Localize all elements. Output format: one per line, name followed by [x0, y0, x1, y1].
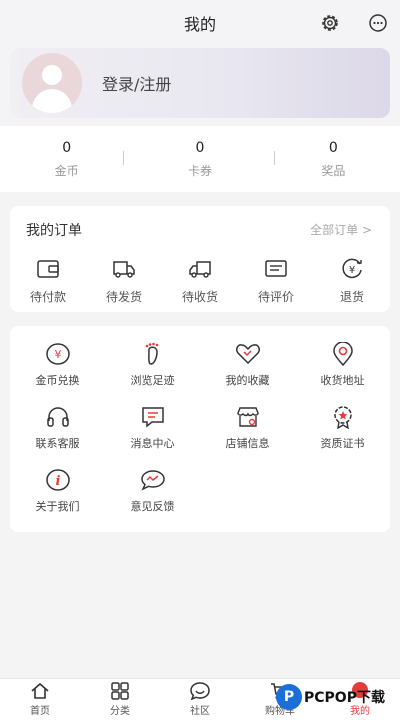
svg-text:i: i	[55, 474, 60, 489]
service-coin-exchange[interactable]: ¥ 金币兑换	[10, 342, 105, 389]
stat-coupons[interactable]: 0 卡券	[133, 140, 266, 179]
watermark-text: PCPOP下载	[304, 690, 385, 706]
watermark-logo: P	[276, 684, 302, 710]
service-label: 联系客服	[35, 437, 80, 450]
order-pending-receipt[interactable]: 待收货	[170, 258, 230, 308]
order-pending-shipment[interactable]: 待发货	[94, 258, 154, 308]
home-icon	[31, 682, 49, 699]
message-icon	[141, 407, 164, 428]
service-label: 金币兑换	[35, 374, 80, 387]
delivery-truck-icon	[189, 261, 211, 278]
service-store-info[interactable]: 店铺信息	[200, 405, 295, 452]
yen-return-icon: ¥	[342, 258, 362, 279]
store-icon	[236, 407, 259, 427]
stat-label: 金币	[54, 163, 79, 178]
yen-coin-icon: ¥	[45, 343, 70, 365]
tab-label: 社区	[190, 706, 210, 717]
service-label: 资质证书	[320, 437, 365, 450]
info-icon: i	[45, 469, 70, 491]
order-pending-review[interactable]: 待评价	[246, 258, 306, 308]
divider	[123, 151, 124, 165]
order-label: 待收货	[181, 290, 218, 304]
tab-label: 首页	[30, 706, 50, 717]
profile-card[interactable]: 登录/注册	[10, 48, 390, 118]
chat-icon[interactable]	[367, 12, 389, 34]
all-orders-link[interactable]: 全部订单 >	[310, 221, 372, 238]
tab-community[interactable]: 社区	[165, 682, 235, 717]
stat-coins[interactable]: 0 金币	[0, 140, 133, 179]
category-icon	[111, 682, 129, 700]
service-label: 关于我们	[35, 500, 80, 513]
location-icon	[332, 342, 353, 366]
stat-prizes[interactable]: 0 奖品	[267, 140, 400, 179]
footprint-icon	[145, 342, 158, 365]
stat-label: 奖品	[321, 163, 346, 178]
services-card: ¥ 金币兑换 浏览足迹 我的收藏 收货地址 联系客服 消息中心 店铺信息 资质证…	[10, 326, 390, 532]
truck-icon	[113, 261, 135, 278]
stat-value: 0	[195, 139, 205, 156]
order-label: 待付款	[29, 290, 66, 304]
stats-bar: 0 金币 0 卡券 0 奖品	[0, 126, 400, 192]
order-status-row: 待付款 待发货 待收货 待评价 ¥ 退货	[10, 258, 390, 308]
service-label: 收货地址	[320, 374, 365, 387]
service-browse-history[interactable]: 浏览足迹	[105, 342, 200, 389]
certificate-icon	[333, 406, 352, 429]
svg-text:¥: ¥	[54, 348, 61, 361]
service-label: 消息中心	[130, 437, 175, 450]
stat-value: 0	[328, 139, 338, 156]
service-message-center[interactable]: 消息中心	[105, 405, 200, 452]
order-returns[interactable]: ¥ 退货	[322, 258, 382, 308]
stat-value: 0	[62, 139, 72, 156]
service-favorites[interactable]: 我的收藏	[200, 342, 295, 389]
header: 我的	[0, 0, 400, 46]
order-label: 待评价	[257, 290, 294, 304]
divider	[274, 151, 275, 165]
service-label: 意见反馈	[130, 500, 175, 513]
service-label: 浏览足迹	[130, 374, 175, 387]
service-feedback[interactable]: 意见反馈	[105, 468, 200, 515]
tab-home[interactable]: 首页	[5, 682, 75, 717]
service-label: 店铺信息	[225, 437, 270, 450]
service-customer-support[interactable]: 联系客服	[10, 405, 105, 452]
tab-label: 分类	[110, 706, 130, 717]
service-shipping-address[interactable]: 收货地址	[295, 342, 390, 389]
comment-icon	[265, 260, 287, 277]
svg-text:¥: ¥	[349, 265, 355, 276]
avatar[interactable]	[22, 53, 82, 113]
service-label: 我的收藏	[225, 374, 270, 387]
services-grid: ¥ 金币兑换 浏览足迹 我的收藏 收货地址 联系客服 消息中心 店铺信息 资质证…	[10, 342, 390, 515]
service-certificates[interactable]: 资质证书	[295, 405, 390, 452]
page-title: 我的	[183, 15, 216, 34]
settings-icon[interactable]	[319, 12, 341, 34]
community-icon	[190, 682, 210, 700]
order-label: 待发货	[105, 290, 142, 304]
tab-category[interactable]: 分类	[85, 682, 155, 717]
orders-title: 我的订单	[26, 223, 82, 239]
orders-card: 我的订单 全部订单 > 待付款 待发货 待收货 待评价 ¥ 退货	[10, 206, 390, 312]
watermark: P PCPOP下载	[276, 684, 385, 710]
headset-icon	[46, 407, 69, 427]
feedback-icon	[140, 470, 165, 491]
login-register-link[interactable]: 登录/注册	[102, 71, 171, 95]
order-label: 退货	[339, 290, 364, 304]
wallet-icon	[37, 260, 59, 278]
stat-label: 卡券	[187, 163, 212, 178]
heart-icon	[235, 344, 260, 365]
order-pending-payment[interactable]: 待付款	[18, 258, 78, 308]
service-about-us[interactable]: i 关于我们	[10, 468, 105, 515]
